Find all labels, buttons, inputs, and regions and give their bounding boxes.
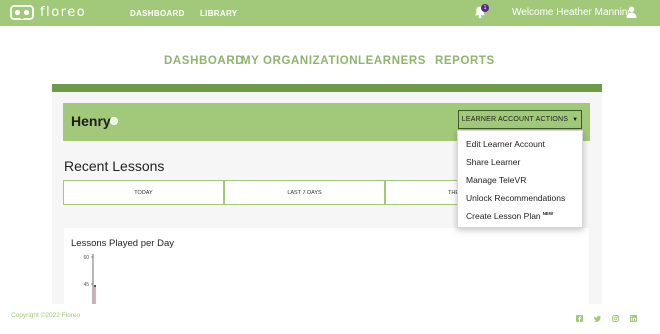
footer	[0, 304, 660, 334]
menu-item-unlock-recommendations[interactable]: Unlock Recommendations	[466, 193, 565, 203]
y-tick-label-45: 45	[83, 282, 89, 288]
chart-title: Lessons Played per Day	[71, 238, 174, 249]
chevron-down-icon: ▼	[572, 116, 579, 123]
learner-name: Henry	[71, 113, 111, 129]
create-lesson-plan-label: Create Lesson Plan	[466, 211, 541, 221]
learner-actions-dropdown: Edit Learner Account Share Learner Manag…	[457, 130, 583, 228]
tab-last-7-days[interactable]: LAST 7 DAYS	[224, 180, 385, 205]
facebook-icon[interactable]	[576, 315, 583, 322]
menu-item-manage-televr[interactable]: Manage TeleVR	[466, 175, 526, 185]
new-badge: NEW	[542, 211, 554, 216]
data-point	[94, 285, 96, 287]
logo[interactable]: floreo	[10, 4, 86, 21]
instagram-icon[interactable]	[612, 315, 619, 322]
menu-item-share-learner[interactable]: Share Learner	[466, 157, 520, 167]
brand-name: floreo	[40, 5, 87, 20]
linkedin-icon[interactable]	[630, 315, 637, 322]
recent-lessons-title: Recent Lessons	[64, 158, 165, 174]
notification-badge: 1	[481, 4, 489, 12]
learner-account-actions-button[interactable]: LEARNER ACCOUNT ACTIONS ▼	[458, 110, 582, 129]
menu-item-edit-learner-account[interactable]: Edit Learner Account	[466, 139, 545, 149]
nav-library[interactable]: LIBRARY	[200, 9, 237, 18]
actions-button-label: LEARNER ACCOUNT ACTIONS	[461, 116, 569, 123]
copyright-text: Copyright ©2022 Floreo	[11, 312, 81, 319]
welcome-text: Welcome Heather Manning	[512, 7, 633, 18]
subnav-reports[interactable]: REPORTS	[435, 55, 495, 67]
subnav-dashboard[interactable]: DASHBOARD	[164, 55, 244, 67]
subnav-my-organization[interactable]: MY ORGANIZATION	[241, 55, 358, 67]
menu-item-create-lesson-plan[interactable]: Create Lesson Plan NEW	[466, 211, 553, 221]
y-tick-label-60: 60	[83, 255, 89, 261]
tab-today[interactable]: TODAY	[63, 180, 224, 205]
vr-headset-icon	[10, 5, 34, 20]
info-icon[interactable]	[110, 117, 118, 125]
lessons-chart: 60 45	[83, 254, 96, 304]
nav-dashboard[interactable]: DASHBOARD	[130, 9, 185, 18]
top-bar: floreo DASHBOARD LIBRARY 1 Welcome Heath…	[0, 0, 660, 26]
twitter-icon[interactable]	[594, 315, 601, 322]
user-icon[interactable]	[626, 6, 637, 18]
panel-header-strip	[52, 84, 602, 92]
subnav-learners[interactable]: LEARNERS	[358, 55, 426, 67]
